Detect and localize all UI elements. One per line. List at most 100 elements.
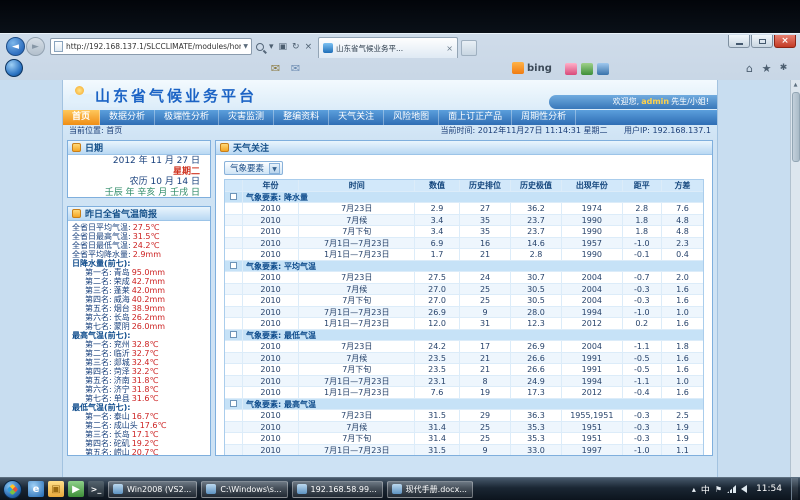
cell: 2010 (243, 284, 300, 295)
favorites-star-icon[interactable]: ★ (759, 61, 774, 76)
cell: 3.4 (415, 226, 460, 237)
table-row[interactable]: 20101月1日—7月23日1.7212.81990-0.10.4 (225, 249, 703, 261)
taskbar-app-button[interactable]: 192.168.58.99... (292, 481, 383, 498)
tools-gear-icon[interactable]: ✱ (776, 61, 791, 76)
table-row[interactable]: 20107月23日27.52430.72004-0.72.0 (225, 272, 703, 284)
clock[interactable]: 11:54 (756, 484, 782, 494)
table-row[interactable]: 20101月1日—7月23日7.61917.32012-0.41.6 (225, 387, 703, 399)
rank-line: 第五名:烟台38.9mm (72, 304, 210, 313)
table-row[interactable]: 20107月下旬31.42535.31951-0.31.9 (225, 433, 703, 445)
summary-label: 全省日最低气温: (72, 241, 131, 250)
search-dropdown-icon[interactable]: ▾ (269, 40, 274, 54)
calendar-panel-title: 日期 (85, 141, 103, 154)
app-label: C:\Windows\s... (220, 485, 281, 494)
start-button[interactable] (3, 480, 22, 499)
browser-forward-button[interactable]: ► (26, 37, 45, 56)
cell: 1.7 (415, 249, 460, 260)
rank-value: 17.6℃ (140, 421, 167, 430)
bing-logo[interactable]: bing (512, 62, 552, 74)
cell: 26.9 (511, 341, 562, 352)
calendar-body: 2012 年 11 月 27 日星期二农历 10 月 14 日壬辰 年 辛亥 月… (68, 155, 210, 198)
browser-back-button[interactable]: ◄ (6, 37, 25, 56)
action-center-flag-icon[interactable]: ⚑ (715, 485, 722, 494)
chevron-down-icon[interactable]: ▼ (269, 163, 280, 174)
stop-icon[interactable]: × (305, 40, 313, 54)
table-row[interactable]: 20107月23日24.21726.92004-1.11.8 (225, 341, 703, 353)
table-row[interactable]: 20107月23日2.92736.219742.87.6 (225, 203, 703, 215)
search-icon[interactable] (256, 43, 264, 51)
rank-place: 蓬莱 (114, 286, 130, 295)
nav-item[interactable]: 数据分析 (100, 110, 155, 125)
section-row[interactable]: 气象要素: 最高气温 (225, 399, 703, 411)
scrollbar-thumb[interactable] (792, 92, 800, 162)
nav-item[interactable]: 首页 (63, 110, 100, 125)
cell: 1951 (562, 422, 623, 433)
nav-item[interactable]: 风险地图 (384, 110, 439, 125)
section-row[interactable]: 气象要素: 平均气温 (225, 261, 703, 273)
address-dropdown-icon[interactable]: ▼ (243, 43, 248, 50)
cell: 2012 (562, 387, 623, 398)
table-row[interactable]: 20101月1日—7月23日12.03112.320120.21.6 (225, 318, 703, 330)
table-row[interactable]: 20107月1日—7月23日31.5933.01997-1.01.1 (225, 445, 703, 457)
app-icon[interactable] (565, 63, 577, 75)
section-row[interactable]: 气象要素: 降水量 (225, 192, 703, 204)
table-row[interactable]: 20107月下旬23.52126.61991-0.51.6 (225, 364, 703, 376)
element-dropdown-button[interactable]: 气象要素 ▼ (224, 161, 283, 175)
table-row[interactable]: 20107月下旬3.43523.719901.84.8 (225, 226, 703, 238)
collapse-checkbox[interactable] (230, 262, 237, 269)
taskbar-explorer-icon[interactable]: ▣ (48, 481, 64, 497)
rank-place: 兖州 (114, 340, 130, 349)
taskbar-app-button[interactable]: C:\Windows\s... (201, 481, 287, 498)
scroll-up-icon[interactable]: ▲ (791, 80, 800, 90)
nav-item[interactable]: 灾害监测 (219, 110, 274, 125)
mail-icon[interactable]: ✉ (268, 61, 283, 76)
collapse-checkbox[interactable] (230, 193, 237, 200)
browser-tab[interactable]: 山东省气候业务平... × (318, 37, 458, 58)
app-icon[interactable] (597, 63, 609, 75)
network-icon[interactable] (727, 485, 736, 493)
page-scrollbar[interactable]: ▲ (790, 80, 800, 478)
cell: 21 (460, 353, 511, 364)
home-icon[interactable]: ⌂ (742, 61, 757, 76)
rank-line: 第五名:济南31.8℃ (72, 376, 210, 385)
taskbar-app-button[interactable]: 现代手册.docx... (387, 481, 473, 498)
summary-label: 全省日平均气温: (72, 223, 131, 232)
taskbar-ie-icon[interactable]: e (28, 481, 44, 497)
table-row[interactable]: 20107月1日—7月23日23.1824.91994-1.11.0 (225, 376, 703, 388)
refresh-icon[interactable]: ↻ (292, 40, 300, 54)
table-row[interactable]: 20107月1日—7月23日26.9928.01994-1.01.0 (225, 307, 703, 319)
table-row[interactable]: 20107月候31.42535.31951-0.31.9 (225, 422, 703, 434)
cell: 35 (460, 215, 511, 226)
taskbar-app-button[interactable]: Win2008 (VS2... (108, 481, 197, 498)
table-row[interactable]: 20107月候27.02530.52004-0.31.6 (225, 284, 703, 296)
tab-close-icon[interactable]: × (446, 44, 453, 53)
taskbar-media-icon[interactable]: ▶ (68, 481, 84, 497)
send-mail-icon[interactable]: ✉ (288, 61, 303, 76)
taskbar-terminal-icon[interactable]: >_ (88, 481, 104, 497)
table-row[interactable]: 20107月23日31.52936.31955,1951-0.32.5 (225, 410, 703, 422)
cell: -0.5 (623, 353, 662, 364)
ime-indicator[interactable]: 中 (701, 483, 710, 496)
nav-item[interactable]: 周期性分析 (512, 110, 576, 125)
table-row[interactable]: 20107月候23.52126.61991-0.51.6 (225, 353, 703, 365)
nav-item[interactable]: 整编资料 (274, 110, 329, 125)
compatibility-icon[interactable]: ▣ (279, 40, 288, 54)
table-row[interactable]: 20107月下旬27.02530.52004-0.31.6 (225, 295, 703, 307)
new-tab-button[interactable] (461, 40, 477, 56)
collapse-checkbox[interactable] (230, 331, 237, 338)
ie-orb-button[interactable] (5, 59, 23, 77)
url-text[interactable]: http://192.168.137.1/SLCCLIMATE/modules/… (66, 42, 241, 51)
table-row[interactable]: 20107月候3.43523.719901.84.8 (225, 215, 703, 227)
app-icon[interactable] (581, 63, 593, 75)
nav-item[interactable]: 极端性分析 (155, 110, 219, 125)
nav-item[interactable]: 面上订正产品 (439, 110, 512, 125)
volume-icon[interactable] (741, 485, 747, 493)
tray-expand-icon[interactable]: ▴ (692, 485, 696, 494)
nav-item[interactable]: 天气关注 (329, 110, 384, 125)
collapse-checkbox[interactable] (230, 400, 237, 407)
address-bar[interactable]: http://192.168.137.1/SLCCLIMATE/modules/… (50, 38, 252, 55)
section-row[interactable]: 气象要素: 最低气温 (225, 330, 703, 342)
table-row[interactable]: 20107月1日—7月23日6.91614.61957-1.02.3 (225, 238, 703, 250)
show-desktop-button[interactable] (791, 478, 798, 500)
section-name: 气象要素: 平均气温 (243, 261, 703, 272)
